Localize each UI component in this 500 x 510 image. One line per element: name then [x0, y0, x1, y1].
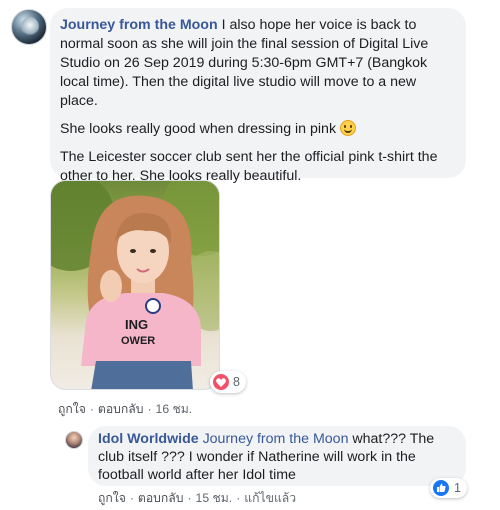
- comment-reaction-count: 8: [233, 375, 240, 389]
- photo-illustration: ING OWER: [51, 181, 219, 389]
- reply-mention-link[interactable]: Journey from the Moon: [203, 431, 349, 447]
- shirt-text-1: ING: [125, 317, 148, 332]
- reply-reaction-count: 1: [454, 481, 461, 495]
- reply-author-link[interactable]: Idol Worldwide: [98, 431, 199, 447]
- comment-text-2: She looks really good when dressing in p…: [60, 121, 340, 137]
- comment-timestamp[interactable]: 16 ชม.: [156, 402, 193, 416]
- reply-link[interactable]: ตอบกลับ: [98, 402, 144, 416]
- shirt-text-2: OWER: [121, 335, 155, 347]
- reply-avatar[interactable]: [65, 431, 83, 449]
- love-icon: [213, 374, 229, 390]
- comment-paragraph-2: She looks really good when dressing in p…: [60, 120, 454, 139]
- smile-emoji-icon: [339, 120, 356, 136]
- reply-like-link[interactable]: ถูกใจ: [98, 491, 126, 505]
- reply-reactions[interactable]: 1: [430, 478, 467, 498]
- comment-text-3: The Leicester soccer club sent her the o…: [60, 149, 438, 184]
- reply-timestamp[interactable]: 15 ชม.: [196, 491, 233, 505]
- comment-photo[interactable]: ING OWER: [50, 180, 220, 390]
- comment-paragraph-1: Journey from the Moon I also hope her vo…: [60, 16, 454, 111]
- commenter-avatar[interactable]: [11, 9, 47, 45]
- comment-author-link[interactable]: Journey from the Moon: [60, 17, 218, 33]
- comment-actions: ถูกใจ · ตอบกลับ · 16 ชม.: [58, 402, 193, 416]
- reply-bubble: Idol Worldwide Journey from the Moon wha…: [88, 426, 466, 486]
- like-link[interactable]: ถูกใจ: [58, 402, 86, 416]
- comment-bubble: Journey from the Moon I also hope her vo…: [50, 8, 466, 184]
- like-icon: [433, 480, 449, 496]
- comment-reactions[interactable]: 8: [210, 371, 246, 393]
- reply-actions: ถูกใจ · ตอบกลับ · 15 ชม. · แก้ไขแล้ว: [98, 491, 297, 505]
- reply-edited-label: แก้ไขแล้ว: [244, 491, 297, 505]
- reply-reply-link[interactable]: ตอบกลับ: [138, 491, 184, 505]
